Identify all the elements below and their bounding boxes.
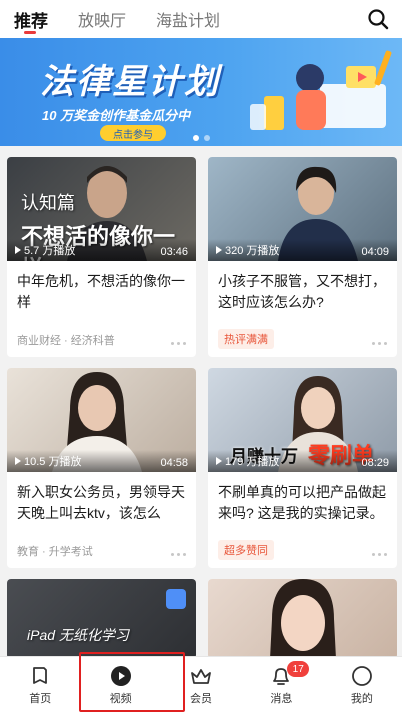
play-icon bbox=[216, 246, 222, 254]
nav-home-label: 首页 bbox=[29, 693, 52, 705]
video-category: 商业财经 · 经济科普 bbox=[17, 335, 115, 347]
video-title[interactable]: 小孩子不服管，又不想打，这时应该怎么办? bbox=[208, 261, 397, 325]
thumbnail-caption: iPad 无纸化学习 bbox=[27, 627, 129, 643]
duration: 04:58 bbox=[160, 457, 188, 469]
banner-title: 法律星计划 bbox=[40, 63, 220, 101]
bottom-navigation: 首页 视频 会员 消息 17 我的 bbox=[0, 656, 402, 714]
video-title[interactable]: 新入职女公务员，男领导天天晚上叫去ktv，该怎么 bbox=[7, 472, 196, 536]
tab-cinema[interactable]: 放映厅 bbox=[78, 0, 126, 38]
promo-banner[interactable]: 法律星计划 10 万奖金创作基金瓜分中 点击参与 bbox=[0, 38, 402, 146]
nav-messages[interactable]: 消息 17 bbox=[241, 657, 321, 714]
banner-subtitle: 10 万奖金创作基金瓜分中 bbox=[42, 108, 191, 123]
view-count: 10.5 万播放 bbox=[15, 453, 81, 469]
video-card[interactable]: iPad 无纸化学习 bbox=[7, 579, 196, 659]
nav-profile-label: 我的 bbox=[350, 693, 373, 705]
video-title[interactable]: 不刷单真的可以把产品做起来吗? 这是我的实操记录。 bbox=[208, 472, 397, 536]
nav-video-label: 视频 bbox=[109, 693, 132, 705]
vip-crown-icon bbox=[191, 669, 211, 684]
video-card[interactable]: 10.5 万播放 04:58 新入职女公务员，男领导天天晚上叫去ktv，该怎么 … bbox=[7, 368, 196, 568]
home-icon bbox=[33, 667, 48, 684]
play-icon bbox=[15, 457, 21, 465]
banner-cta-button[interactable]: 点击参与 bbox=[100, 125, 166, 141]
person-silhouette bbox=[270, 579, 336, 659]
top-tab-bar: 推荐 放映厅 海盐计划 bbox=[0, 0, 402, 38]
nav-vip[interactable]: 会员 bbox=[161, 657, 241, 714]
video-thumbnail[interactable]: 10.5 万播放 04:58 bbox=[7, 368, 196, 472]
more-options-icon[interactable] bbox=[171, 553, 186, 556]
pager-dot bbox=[204, 135, 210, 141]
video-play-icon bbox=[110, 666, 131, 686]
video-thumbnail[interactable]: iPad 无纸化学习 bbox=[7, 579, 196, 659]
more-options-icon[interactable] bbox=[372, 342, 387, 345]
tab-recommend[interactable]: 推荐 bbox=[14, 0, 48, 38]
video-category: 教育 · 升学考试 bbox=[17, 546, 93, 558]
hot-comments-tag: 热评满满 bbox=[218, 329, 274, 349]
play-icon bbox=[15, 246, 21, 254]
nav-home[interactable]: 首页 bbox=[0, 657, 80, 714]
video-card[interactable]: 320 万播放 04:09 小孩子不服管，又不想打，这时应该怎么办? 热评满满 bbox=[208, 157, 397, 357]
video-card[interactable] bbox=[208, 579, 397, 659]
video-card[interactable]: 月赚十万 零刷单 179 万播放 08:29 不刷单真的可以把产品做起来吗? 这… bbox=[208, 368, 397, 568]
profile-icon bbox=[351, 666, 372, 686]
view-count: 179 万播放 bbox=[216, 453, 279, 469]
tab-sea-salt-plan[interactable]: 海盐计划 bbox=[156, 0, 220, 38]
pager-dot bbox=[193, 135, 199, 141]
view-count: 5.7 万播放 bbox=[15, 242, 75, 258]
more-options-icon[interactable] bbox=[372, 553, 387, 556]
unread-badge: 17 bbox=[287, 661, 310, 677]
duration: 08:29 bbox=[361, 457, 389, 469]
video-thumbnail[interactable]: 认知篇 不想活的像你一样 5.7 万播放 03:46 bbox=[7, 157, 196, 261]
video-card[interactable]: 认知篇 不想活的像你一样 5.7 万播放 03:46 中年危机，不想活的像你一样… bbox=[7, 157, 196, 357]
nav-vip-label: 会员 bbox=[190, 693, 213, 705]
play-icon bbox=[216, 457, 222, 465]
nav-video[interactable]: 视频 bbox=[80, 657, 160, 714]
banner-illustration bbox=[250, 50, 392, 130]
nav-profile[interactable]: 我的 bbox=[322, 657, 402, 714]
banner-pager bbox=[193, 135, 210, 141]
search-icon[interactable] bbox=[366, 7, 390, 31]
view-count: 320 万播放 bbox=[216, 242, 279, 258]
thumbnail-caption: 认知篇 bbox=[21, 193, 75, 213]
pencil-icon bbox=[166, 589, 186, 609]
many-likes-tag: 超多赞同 bbox=[218, 540, 274, 560]
duration: 04:09 bbox=[361, 246, 389, 258]
nav-messages-label: 消息 bbox=[270, 693, 293, 705]
video-thumbnail[interactable] bbox=[208, 579, 397, 659]
more-options-icon[interactable] bbox=[171, 342, 186, 345]
video-thumbnail[interactable]: 月赚十万 零刷单 179 万播放 08:29 bbox=[208, 368, 397, 472]
video-thumbnail[interactable]: 320 万播放 04:09 bbox=[208, 157, 397, 261]
video-title[interactable]: 中年危机，不想活的像你一样 bbox=[7, 261, 196, 325]
duration: 03:46 bbox=[160, 246, 188, 258]
